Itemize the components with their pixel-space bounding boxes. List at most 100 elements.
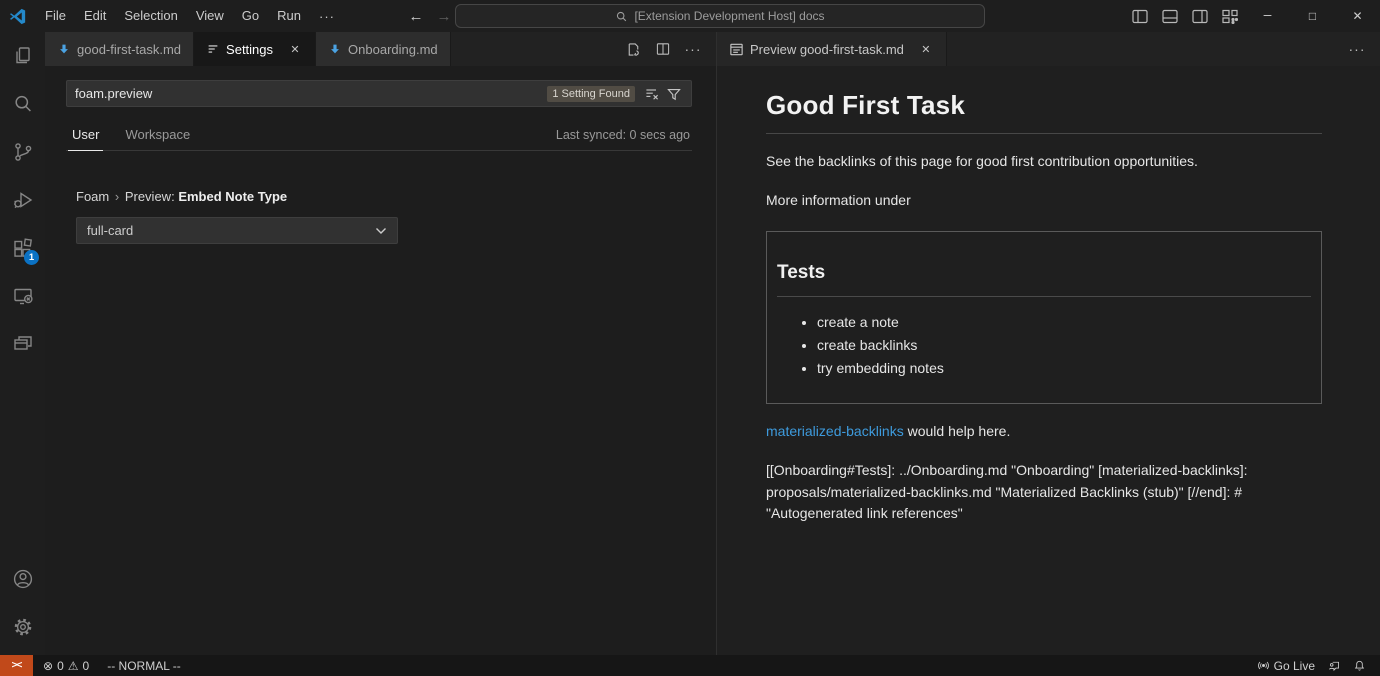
problems-status[interactable]: ⊗ 0 ⚠ 0 xyxy=(37,655,95,676)
back-arrow-icon[interactable]: ← xyxy=(402,8,430,25)
settings-scope-tabs: User Workspace Last synced: 0 secs ago xyxy=(66,121,692,151)
command-center-search[interactable]: [Extension Development Host] docs xyxy=(455,4,985,28)
notifications-bell-icon[interactable] xyxy=(1347,655,1372,676)
markdown-preview: Good First Task See the backlinks of thi… xyxy=(717,66,1380,655)
extensions-icon[interactable]: 1 xyxy=(0,224,45,272)
search-icon xyxy=(615,10,628,23)
menu-run[interactable]: Run xyxy=(268,5,310,27)
settings-results-badge: 1 Setting Found xyxy=(547,86,635,102)
markdown-file-icon xyxy=(328,42,342,56)
extensions-badge: 1 xyxy=(24,250,39,265)
toggle-secondary-sidebar-icon[interactable] xyxy=(1185,0,1215,32)
menu-view[interactable]: View xyxy=(187,5,233,27)
materialized-backlinks-link[interactable]: materialized-backlinks xyxy=(766,423,904,439)
titlebar-controls: – □ ✕ xyxy=(1125,0,1380,32)
menu-more-icon[interactable]: ··· xyxy=(310,9,344,24)
split-editor-icon[interactable] xyxy=(650,36,676,62)
window-minimize-icon[interactable]: – xyxy=(1245,0,1290,30)
tab-label: good-first-task.md xyxy=(77,42,181,57)
filter-settings-icon[interactable] xyxy=(663,83,685,105)
tab-strip-left: good-first-task.md Settings ✕ Onboar xyxy=(45,32,716,66)
remote-explorer-icon[interactable] xyxy=(0,272,45,320)
menu-selection[interactable]: Selection xyxy=(115,5,186,27)
go-live-label: Go Live xyxy=(1274,659,1315,673)
tab-preview-good-first-task[interactable]: Preview good-first-task.md ✕ xyxy=(717,32,947,66)
tab-label: Onboarding.md xyxy=(348,42,438,57)
last-synced-label: Last synced: 0 secs ago xyxy=(556,128,690,150)
preview-link-paragraph: materialized-backlinks would help here. xyxy=(766,421,1322,443)
command-center-label: [Extension Development Host] docs xyxy=(634,9,824,23)
editor-group-left: good-first-task.md Settings ✕ Onboar xyxy=(45,32,716,655)
scope-tab-user[interactable]: User xyxy=(68,121,103,151)
feedback-person-icon xyxy=(1327,659,1341,672)
settings-search-input[interactable] xyxy=(75,86,547,101)
link-references-paragraph: [[Onboarding#Tests]: ../Onboarding.md "O… xyxy=(766,460,1322,525)
tab-strip-right: Preview good-first-task.md ✕ ··· xyxy=(717,32,1380,66)
scope-tab-workspace[interactable]: Workspace xyxy=(121,121,194,150)
customize-layout-icon[interactable] xyxy=(1215,0,1245,32)
explorer-icon[interactable] xyxy=(0,32,45,80)
clear-search-filters-icon[interactable] xyxy=(641,83,663,105)
markdown-preview-icon xyxy=(729,42,744,57)
embedded-note-list: create a note create backlinks try embed… xyxy=(785,311,1311,379)
accounts-icon[interactable] xyxy=(0,555,45,603)
open-settings-json-icon[interactable] xyxy=(620,36,646,62)
setting-category: Foam xyxy=(76,189,109,204)
menu-edit[interactable]: Edit xyxy=(75,5,115,27)
tab-onboarding[interactable]: Onboarding.md xyxy=(316,32,451,66)
tab-close-icon[interactable]: ✕ xyxy=(918,41,934,57)
editor-windows-icon[interactable] xyxy=(0,320,45,368)
activity-bar-bottom xyxy=(0,555,45,655)
go-live-button[interactable]: Go Live xyxy=(1251,655,1321,676)
feedback-button[interactable] xyxy=(1321,655,1347,676)
tab-settings[interactable]: Settings ✕ xyxy=(194,32,316,66)
editor-area: good-first-task.md Settings ✕ Onboar xyxy=(45,32,1380,655)
window-close-icon[interactable]: ✕ xyxy=(1335,0,1380,32)
status-bar: >< ⊗ 0 ⚠ 0 -- NORMAL -- Go Live xyxy=(0,655,1380,676)
forward-arrow-icon: → xyxy=(430,8,458,25)
history-nav: ← → xyxy=(402,8,458,25)
breadcrumb-separator: › xyxy=(113,189,121,204)
editor-group-right: Preview good-first-task.md ✕ ··· Good Fi… xyxy=(716,32,1380,655)
markdown-file-icon xyxy=(57,42,71,56)
more-actions-icon[interactable]: ··· xyxy=(1344,36,1370,62)
settings-gear-icon[interactable] xyxy=(0,603,45,651)
chevron-down-icon xyxy=(375,227,387,235)
tab-good-first-task[interactable]: good-first-task.md xyxy=(45,32,194,66)
warning-count: 0 xyxy=(83,659,90,673)
link-suffix-text: would help here. xyxy=(904,423,1011,439)
activity-bar: 1 xyxy=(0,32,45,655)
settings-search-box[interactable]: 1 Setting Found xyxy=(66,80,692,107)
search-sidebar-icon[interactable] xyxy=(0,80,45,128)
remote-icon: >< xyxy=(12,660,22,671)
embed-note-type-select[interactable]: full-card xyxy=(76,217,398,244)
preview-title: Good First Task xyxy=(766,80,1322,134)
tab-close-icon[interactable]: ✕ xyxy=(287,41,303,57)
embedded-note-card: Tests create a note create backlinks try… xyxy=(766,231,1322,404)
title-bar: File Edit Selection View Go Run ··· ← → … xyxy=(0,0,1380,32)
embedded-note-heading: Tests xyxy=(777,254,1311,297)
select-value: full-card xyxy=(87,223,133,238)
editor-actions-left: ··· xyxy=(620,32,716,66)
more-actions-icon[interactable]: ··· xyxy=(680,36,706,62)
remote-indicator[interactable]: >< xyxy=(0,655,33,676)
toggle-primary-sidebar-icon[interactable] xyxy=(1125,0,1155,32)
settings-editor: 1 Setting Found User xyxy=(45,66,716,655)
error-icon: ⊗ xyxy=(43,659,53,673)
error-count: 0 xyxy=(57,659,64,673)
run-and-debug-icon[interactable] xyxy=(0,176,45,224)
menu-go[interactable]: Go xyxy=(233,5,268,27)
source-control-icon[interactable] xyxy=(0,128,45,176)
setting-embed-note-type: Foam › Preview: Embed Note Type full-car… xyxy=(76,189,692,244)
toggle-panel-icon[interactable] xyxy=(1155,0,1185,32)
preview-paragraph-2: More information under xyxy=(766,190,1322,212)
editor-actions-right: ··· xyxy=(1344,32,1380,66)
warning-icon: ⚠ xyxy=(68,659,79,673)
setting-title: Foam › Preview: Embed Note Type xyxy=(76,189,692,204)
broadcast-icon xyxy=(1257,659,1270,672)
status-bar-right: Go Live xyxy=(1251,655,1380,676)
menu-file[interactable]: File xyxy=(36,5,75,27)
window-maximize-icon[interactable]: □ xyxy=(1290,0,1335,32)
vim-mode-status[interactable]: -- NORMAL -- xyxy=(101,655,187,676)
list-item: create backlinks xyxy=(817,334,1311,357)
